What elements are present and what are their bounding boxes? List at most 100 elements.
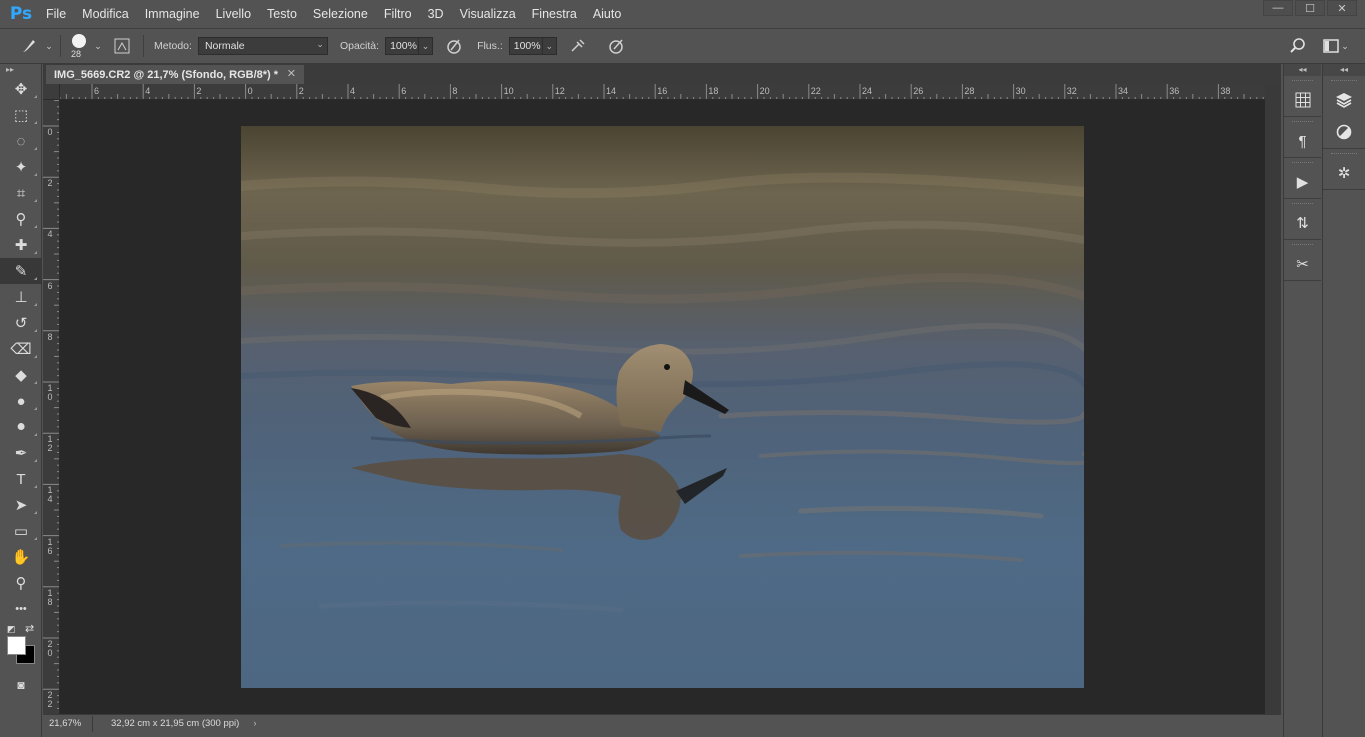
move-icon: ✥	[14, 81, 28, 98]
menu-livello[interactable]: Livello	[208, 0, 259, 28]
collapse-icon[interactable]: ◂◂	[1284, 64, 1321, 76]
pen-tool[interactable]: ✒	[0, 440, 42, 466]
chevron-down-icon: ⌄	[316, 39, 324, 49]
adjustments-icon[interactable]	[1323, 116, 1365, 148]
ruler-label: 2	[298, 86, 304, 96]
airbrush-icon[interactable]	[567, 35, 589, 57]
pressure-size-icon[interactable]	[605, 35, 627, 57]
eraser-tool[interactable]: ⌫	[0, 336, 42, 362]
document-tab[interactable]: IMG_5669.CR2 @ 21,7% (Sfondo, RGB/8*) * …	[46, 65, 304, 84]
status-menu-icon[interactable]: ›	[253, 718, 256, 729]
color-swatches: ◩ ⇄	[0, 622, 42, 672]
history-icon[interactable]: ⇅	[1284, 207, 1321, 239]
menu-3d[interactable]: 3D	[420, 0, 452, 28]
eyedropper-tool[interactable]: ⚲	[0, 206, 42, 232]
move-tool[interactable]: ✥	[0, 76, 42, 102]
foreground-color-swatch[interactable]	[7, 636, 26, 655]
dodge-tool[interactable]: ⚫	[0, 414, 42, 440]
menu-testo[interactable]: Testo	[259, 0, 305, 28]
ruler-label: 2 0	[47, 639, 53, 658]
ruler-vertical[interactable]: 0 2 4 6 8 1 0 1 2 1 4 1 6 1 8 2 0 2 2	[43, 100, 60, 714]
opacity-input[interactable]: 100%	[385, 37, 420, 55]
mores-icon: •••	[15, 603, 27, 615]
ruler-label: 22	[810, 86, 821, 96]
play-icon[interactable]: ▶	[1284, 166, 1321, 198]
menu-finestra[interactable]: Finestra	[524, 0, 585, 28]
brush-preset-icon[interactable]	[18, 35, 40, 57]
chevron-down-icon[interactable]: ⌄	[1340, 35, 1350, 57]
ruler-label: 6	[47, 280, 53, 291]
paint-bucket-tool[interactable]: ◆	[0, 362, 42, 388]
menu-modifica[interactable]: Modifica	[74, 0, 137, 28]
path-selection-tool[interactable]: ➤	[0, 492, 42, 518]
marquee-icon: ⬚	[13, 107, 29, 124]
document-image[interactable]	[241, 126, 1084, 688]
layers-icon[interactable]	[1323, 84, 1365, 116]
ruler-label: 18	[708, 86, 719, 96]
brush-settings-icon[interactable]: ✲	[1323, 157, 1365, 189]
swap-colors-icon[interactable]: ⇄	[25, 622, 34, 635]
search-icon[interactable]	[1287, 35, 1309, 57]
status-bar: 21,67% 32,92 cm x 21,95 cm (300 ppi) ›	[43, 714, 1281, 732]
clone-stamp-tool[interactable]: ⊥	[0, 284, 42, 310]
rectangle-tool[interactable]: ▭	[0, 518, 42, 544]
brush-icon: ✎	[14, 263, 28, 280]
magic-wand-icon: ✦	[14, 159, 28, 176]
ruler-label: 1 8	[47, 587, 53, 607]
ruler-label: 1 2	[47, 434, 53, 454]
healing-brush-tool[interactable]: ✚	[0, 232, 42, 258]
more-tools[interactable]: •••	[0, 596, 42, 622]
magic-wand-tool[interactable]: ✦	[0, 154, 42, 180]
close-button[interactable]: ✕	[1327, 0, 1357, 16]
collapse-icon[interactable]: ◂◂	[1323, 64, 1365, 76]
menu-selezione[interactable]: Selezione	[305, 0, 376, 28]
brush-panel-toggle-icon[interactable]	[111, 35, 133, 57]
lasso-tool[interactable]: ◌	[0, 128, 42, 154]
menu-visualizza[interactable]: Visualizza	[452, 0, 524, 28]
tool-group-indicator	[34, 537, 37, 540]
hand-tool[interactable]: ✋	[0, 544, 42, 570]
menu-aiuto[interactable]: Aiuto	[585, 0, 630, 28]
zoom-level-field[interactable]: 21,67%	[43, 715, 93, 732]
chevron-down-icon[interactable]: ⌄	[44, 35, 54, 57]
quick-mask-icon[interactable]: ◙	[0, 672, 42, 698]
ruler-label: 1 6	[47, 536, 53, 556]
history-brush-tool[interactable]: ↺	[0, 310, 42, 336]
history-brush-icon: ↺	[14, 315, 28, 332]
panel-dock-primary: ◂◂ ✲	[1322, 64, 1365, 737]
ruler-label: 30	[1015, 86, 1026, 96]
close-icon[interactable]: ✕	[287, 67, 296, 80]
ruler-label: 1 0	[47, 383, 53, 402]
canvas-area[interactable]	[60, 100, 1265, 714]
tools-icon[interactable]: ✂	[1284, 248, 1321, 280]
brush-size-picker[interactable]: 28	[67, 31, 91, 61]
flow-dropdown[interactable]: ⌄	[542, 37, 557, 55]
collapse-icon[interactable]: ▸▸	[0, 64, 41, 76]
pressure-opacity-icon[interactable]	[443, 35, 465, 57]
ruler-origin[interactable]	[43, 84, 60, 100]
type-tool[interactable]: T	[0, 466, 42, 492]
vertical-scrollbar[interactable]	[1265, 84, 1281, 714]
ruler-horizontal[interactable]: 6 4 2 0 2 4 6 8 10 12 14 16 18 20 22 24 26 28 30 32 34 36 38	[60, 84, 1265, 100]
menu-filtro[interactable]: Filtro	[376, 0, 420, 28]
chevron-down-icon[interactable]: ⌄	[93, 35, 103, 57]
workspace-icon[interactable]	[1320, 35, 1342, 57]
maximize-button[interactable]: ☐	[1295, 0, 1325, 16]
menu-immagine[interactable]: Immagine	[137, 0, 208, 28]
default-colors-icon[interactable]: ◩	[7, 624, 16, 635]
brush-tool[interactable]: ✎	[0, 258, 42, 284]
menu-file[interactable]: File	[38, 0, 74, 28]
paragraph-icon[interactable]: ¶	[1284, 125, 1321, 157]
opacity-dropdown[interactable]: ⌄	[419, 37, 434, 55]
path-selection-icon: ➤	[14, 497, 28, 514]
blur-tool[interactable]: ●	[0, 388, 42, 414]
ruler-label: 26	[913, 86, 924, 96]
blend-mode-select[interactable]: Normale ⌄	[197, 37, 328, 55]
zoom-tool[interactable]: ⚲	[0, 570, 42, 596]
ruler-label: 0	[247, 86, 253, 96]
grid-icon[interactable]	[1284, 84, 1321, 116]
minimize-button[interactable]: —	[1263, 0, 1293, 16]
crop-tool[interactable]: ⌗	[0, 180, 42, 206]
flow-input[interactable]: 100%	[508, 37, 543, 55]
marquee-tool[interactable]: ⬚	[0, 102, 42, 128]
